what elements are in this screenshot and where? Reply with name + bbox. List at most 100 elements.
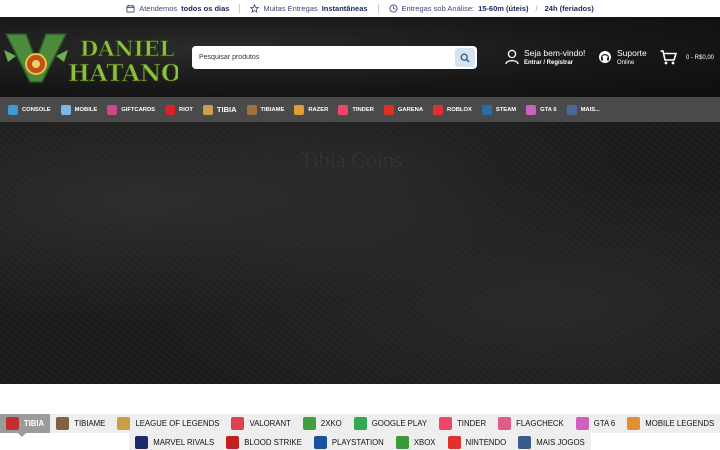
nav-item-riot[interactable]: RIOT (165, 104, 193, 115)
hero-banner: Tibia Coins (0, 122, 720, 384)
nav-item-console[interactable]: CONSOLE (8, 104, 51, 115)
tab-google-play[interactable]: GOOGLE PLAY (347, 414, 434, 433)
info-bar: Atendemos todos os dias Muitas Entregas … (0, 0, 720, 17)
nav-item-label: ROBLOX (447, 106, 472, 113)
search-bar (192, 46, 477, 69)
tab-label: TINDER (457, 419, 487, 428)
tab-label: TIBIAME (74, 419, 106, 428)
search-button[interactable] (455, 48, 475, 67)
review-info: Entregas sob Análise: 15-60m (úteis) / 2… (379, 4, 604, 13)
nav-item-tinder[interactable]: TINDER (338, 104, 374, 115)
tab-league-of-legends[interactable]: LEAGUE OF LEGENDS (111, 414, 226, 433)
nintendo-icon (447, 436, 461, 449)
tinder-icon (439, 417, 453, 430)
search-input[interactable] (192, 46, 455, 69)
nav-item-steam[interactable]: STEAM (481, 104, 517, 115)
tibiame-icon (246, 104, 257, 115)
tab-label: GTA 6 (593, 419, 616, 428)
nav-item-label: TIBIA (216, 105, 237, 114)
account-title: Seja bem-vindo! (524, 48, 586, 58)
tab-xbox[interactable]: XBOX (389, 433, 442, 450)
tab-flagcheck[interactable]: FLAGCHECK (492, 414, 570, 433)
nav-item-mobile[interactable]: MOBILE (60, 104, 97, 115)
cart-icon (660, 50, 677, 65)
googleplay-icon (353, 417, 367, 430)
nav-item-roblox[interactable]: ROBLOX (433, 104, 472, 115)
delivery-info: Muitas Entregas Instantâneas (240, 4, 377, 13)
login-register-link[interactable]: Entrar / Registrar (524, 60, 585, 66)
mobilelegends-icon (627, 417, 641, 430)
game-tabs-row-2: MARVEL RIVALS BLOOD STRIKE PLAYSTATION XBOX… (0, 433, 720, 450)
playstation-icon (313, 436, 327, 449)
nav-item-label: MAIS... (580, 106, 600, 113)
nav-item-garena[interactable]: GARENA (383, 104, 424, 115)
lol-icon (117, 417, 131, 430)
nav-item-gta-6[interactable]: GTA 6 (526, 104, 557, 115)
tab-tinder[interactable]: TINDER (433, 414, 493, 433)
more-icon (566, 104, 577, 115)
garena-icon (383, 104, 394, 115)
game-tabs: TIBIA TIBIAME LEAGUE OF LEGENDS VALORANT 2XK… (0, 384, 720, 450)
hours-info: Atendemos todos os dias (116, 4, 239, 13)
razer-icon (294, 104, 305, 115)
tab-tibiame[interactable]: TIBIAME (50, 414, 112, 433)
marvelrivals-icon (135, 436, 149, 449)
riot-icon (165, 104, 176, 115)
nav-item-label: GARENA (397, 106, 424, 113)
nav-item-giftcards[interactable]: GIFTCARDS (107, 104, 156, 115)
review-holiday: 24h (feriados) (544, 4, 594, 13)
support-title: Suporte (617, 48, 647, 58)
giftcard-icon (107, 104, 118, 115)
tab-mobile-legends[interactable]: MOBILE LEGENDS (621, 414, 720, 433)
flagcheck-icon (498, 417, 512, 430)
support-status: Online (617, 60, 635, 66)
tab-label: VALORANT (249, 419, 291, 428)
review-prefix: Entregas sob Análise: (401, 4, 475, 13)
cart-total: 0 - R$0,00 (686, 54, 715, 61)
nav-item-label: CONSOLE (22, 106, 51, 113)
account-menu[interactable]: Seja bem-vindo! Entrar / Registrar (505, 48, 585, 66)
tab-marvel-rivals[interactable]: MARVEL RIVALS (129, 433, 221, 450)
cart-button[interactable]: 0 - R$0,00 (660, 50, 714, 65)
tibia-icon (5, 417, 19, 430)
nav-item-mais[interactable]: MAIS... (566, 104, 600, 115)
gta6-icon (575, 417, 589, 430)
support-link[interactable]: Suporte Online (598, 48, 647, 66)
game-tabs-row-1: TIBIA TIBIAME LEAGUE OF LEGENDS VALORANT 2XK… (0, 414, 720, 437)
tab-valorant[interactable]: VALORANT (225, 414, 297, 433)
nav-item-razer[interactable]: RAZER (294, 104, 328, 115)
tab-label: XBOX (413, 438, 436, 447)
site-logo[interactable]: DANIEL HATANO (4, 26, 178, 86)
tab-2xko[interactable]: 2XKO (296, 414, 348, 433)
bloodstrike-icon (226, 436, 240, 449)
nav-item-tibia[interactable]: TIBIA (202, 104, 237, 115)
review-separator: / (535, 4, 538, 13)
tab-label: PLAYSTATION (331, 438, 384, 447)
tab-label: MARVEL RIVALS (153, 438, 215, 447)
hero-watermark: Tibia Coins (300, 147, 403, 172)
nav-item-tibiame[interactable]: TIBIAME (246, 104, 284, 115)
tab-playstation[interactable]: PLAYSTATION (307, 433, 390, 450)
logo-line2: HATANO (68, 60, 178, 86)
tibia-icon (202, 104, 213, 115)
tab-label: MAIS JOGOS (536, 438, 585, 447)
hours-prefix: Atendemos (139, 4, 178, 13)
tab-nintendo[interactable]: NINTENDO (441, 433, 513, 450)
tab-tibia[interactable]: TIBIA (0, 414, 51, 437)
headset-icon (599, 51, 611, 63)
valorant-icon (231, 417, 245, 430)
tinder-icon (338, 104, 349, 115)
tab-gta-6[interactable]: GTA 6 (569, 414, 622, 433)
nav-item-label: STEAM (495, 106, 517, 113)
nav-item-label: TINDER (352, 106, 374, 113)
delivery-prefix: Muitas Entregas (263, 4, 318, 13)
roblox-icon (433, 104, 444, 115)
gta6-icon (526, 104, 537, 115)
more-games-icon (518, 436, 532, 449)
tab-blood-strike[interactable]: BLOOD STRIKE (220, 433, 308, 450)
tab-label: NINTENDO (465, 438, 507, 447)
user-icon (505, 49, 519, 65)
tab-mais-jogos[interactable]: MAIS JOGOS (512, 433, 591, 450)
nav-item-label: GIFTCARDS (121, 106, 156, 113)
delivery-value: Instantâneas (321, 4, 368, 13)
